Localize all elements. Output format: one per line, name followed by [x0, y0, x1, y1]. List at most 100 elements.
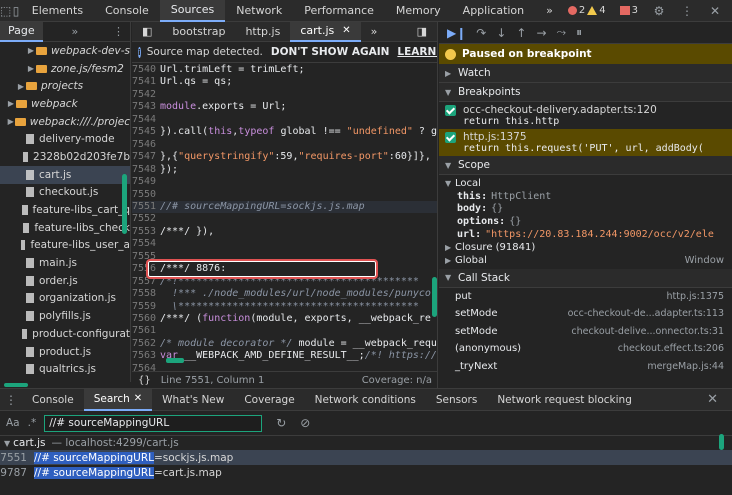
more-editor-tabs-icon[interactable]: » [361, 22, 388, 42]
line-number[interactable]: 7543 [132, 101, 160, 112]
line-number[interactable]: 7559 [132, 301, 160, 312]
toggle-navigator-icon[interactable]: ◧ [132, 22, 162, 42]
kebab-menu-icon[interactable]: ⋮ [676, 0, 698, 22]
code-line[interactable]: 7540 Url.trimLeft = trimLeft; [132, 64, 437, 77]
code-line[interactable]: 7560/***/ (function(module, exports, __w… [132, 313, 437, 326]
drawer-menu-icon[interactable]: ⋮ [0, 389, 22, 411]
more-tabs-icon[interactable]: » [535, 0, 564, 22]
gear-icon[interactable]: ⚙ [648, 0, 670, 22]
frame-location[interactable]: occ-checkout-de...adapter.ts:113 [568, 308, 724, 319]
line-number[interactable]: 7541 [132, 76, 160, 87]
callstack-section-header[interactable]: ▼ Call Stack [439, 268, 732, 288]
scope-closure[interactable]: ▶ Closure (91841) [445, 241, 732, 254]
refresh-icon[interactable]: ↻ [276, 416, 286, 430]
code-line[interactable]: 7550 [132, 189, 437, 202]
tree-folder[interactable]: ▶ webpack [0, 95, 130, 113]
line-number[interactable]: 7540 [132, 64, 160, 75]
tree-file[interactable]: delivery-mode [0, 130, 130, 148]
toggle-debugger-icon[interactable]: ◨ [407, 22, 437, 42]
match-case-toggle[interactable]: Aa [6, 417, 20, 429]
drawer-tab-console[interactable]: Console [22, 389, 84, 411]
line-number[interactable]: 7546 [132, 139, 160, 150]
inspect-element-icon[interactable]: ⬚ [0, 0, 11, 22]
drawer-tab-request-blocking[interactable]: Network request blocking [487, 389, 642, 411]
line-number[interactable]: 7553 [132, 226, 160, 237]
line-number[interactable]: 7545 [132, 126, 160, 137]
tab-console[interactable]: Console [94, 0, 160, 22]
tree-folder[interactable]: ▶ zone.js/fesm2 [0, 60, 130, 78]
frame-location[interactable]: mergeMap.js:44 [647, 361, 724, 372]
close-tab-icon[interactable]: ✕ [134, 393, 142, 404]
device-toggle-icon[interactable]: ▯ [11, 0, 20, 22]
clear-icon[interactable]: ⊘ [300, 416, 310, 430]
deactivate-breakpoints-icon[interactable]: ⤳ [557, 25, 567, 40]
code-line[interactable]: 7552 [132, 213, 437, 226]
tree-file[interactable]: checkout.js [0, 184, 130, 202]
code-line[interactable]: 7544 [132, 114, 437, 127]
tab-application[interactable]: Application [452, 0, 535, 22]
code-line[interactable]: 7562/* module decorator */ module = __we… [132, 338, 437, 351]
close-tab-icon[interactable]: ✕ [342, 25, 350, 36]
tree-file[interactable]: feature-libs_user_a [0, 237, 130, 255]
code-line[interactable]: 7559 \**********************************… [132, 301, 437, 314]
tree-file[interactable]: product.js [0, 343, 130, 361]
resume-icon[interactable]: ▶❙ [447, 26, 466, 40]
search-result-row[interactable]: 7551 //# sourceMappingURL =sockjs.js.map [0, 450, 732, 465]
search-input[interactable] [44, 414, 263, 432]
scope-variable[interactable]: this: HttpClient [445, 190, 732, 203]
code-area[interactable]: 7540 Url.trimLeft = trimLeft; 7541 Url.qs =… [132, 64, 437, 374]
error-count-badge[interactable]: 2 4 [564, 4, 610, 18]
step-out-icon[interactable]: ↑ [516, 26, 526, 40]
drawer-scrollbar[interactable] [719, 434, 724, 450]
scope-section-header[interactable]: ▼ Scope [439, 156, 732, 175]
code-line[interactable]: 7553/***/ }), [132, 226, 437, 239]
editor-tab-http[interactable]: http.js [235, 22, 290, 42]
code-line[interactable]: 7547},{"querystringify":59,"requires-por… [132, 151, 437, 164]
line-number[interactable]: 7560 [132, 313, 160, 324]
tree-folder[interactable]: ▶ projects [0, 77, 130, 95]
editor-scrollbar[interactable] [432, 277, 437, 317]
call-frame[interactable]: _tryNext mergeMap.js:44 [439, 358, 732, 376]
breakpoints-section-header[interactable]: ▼ Breakpoints [439, 83, 732, 102]
tab-page[interactable]: Page [0, 21, 43, 42]
tab-network[interactable]: Network [225, 0, 293, 22]
frame-location[interactable]: http.js:1375 [667, 291, 725, 302]
scope-variable[interactable]: body:{} [445, 203, 732, 216]
tree-file[interactable]: 2328b02d203fe7b [0, 148, 130, 166]
search-result-file[interactable]: ▼ cart.js — localhost:4299/cart.js [0, 435, 732, 450]
step-icon[interactable]: → [536, 26, 546, 40]
editor-hscrollbar[interactable] [166, 358, 184, 363]
line-number[interactable]: 7561 [132, 325, 160, 336]
drawer-tab-whats-new[interactable]: What's New [152, 389, 234, 411]
code-line[interactable]: 7551//# sourceMappingURL=sockjs.js.map [132, 200, 437, 214]
scope-variable[interactable]: options:{} [445, 215, 732, 228]
regex-toggle[interactable]: .* [28, 417, 37, 429]
tree-file[interactable]: qualtrics.js [0, 360, 130, 378]
editor-tab-cart[interactable]: cart.js ✕ [290, 22, 361, 42]
tree-file[interactable]: order.js [0, 272, 130, 290]
drawer-tab-network-conditions[interactable]: Network conditions [305, 389, 426, 411]
navigator-scrollbar[interactable] [122, 174, 127, 234]
dont-show-again-button[interactable]: DON'T SHOW AGAIN [271, 46, 390, 58]
line-number[interactable]: 7551 [132, 201, 160, 212]
line-number[interactable]: 7544 [132, 114, 160, 125]
tree-file[interactable]: polyfills.js [0, 307, 130, 325]
code-line[interactable]: 7548}); [132, 164, 437, 177]
code-line[interactable]: 7554 [132, 238, 437, 251]
tree-folder[interactable]: ▶ webpack-dev-s [0, 42, 130, 60]
tab-performance[interactable]: Performance [293, 0, 385, 22]
learn-more-link[interactable]: LEARN MORE [397, 46, 437, 58]
line-number[interactable]: 7562 [132, 338, 160, 349]
line-number[interactable]: 7550 [132, 189, 160, 200]
frame-location[interactable]: checkout-delive...onnector.ts:31 [571, 326, 724, 337]
code-line[interactable]: 7549 [132, 176, 437, 189]
line-number[interactable]: 7563 [132, 350, 160, 361]
breakpoint-checkbox[interactable] [445, 131, 456, 143]
editor-tab-bootstrap[interactable]: bootstrap [162, 22, 235, 42]
step-into-icon[interactable]: ↓ [496, 26, 506, 40]
drawer-tab-sensors[interactable]: Sensors [426, 389, 487, 411]
code-line[interactable]: 7542 [132, 89, 437, 102]
code-line[interactable]: 7558 !*** ./node_modules/url/node_module… [132, 288, 437, 301]
issues-badge[interactable]: 3 [616, 4, 642, 18]
close-drawer-icon[interactable]: ✕ [707, 392, 732, 407]
